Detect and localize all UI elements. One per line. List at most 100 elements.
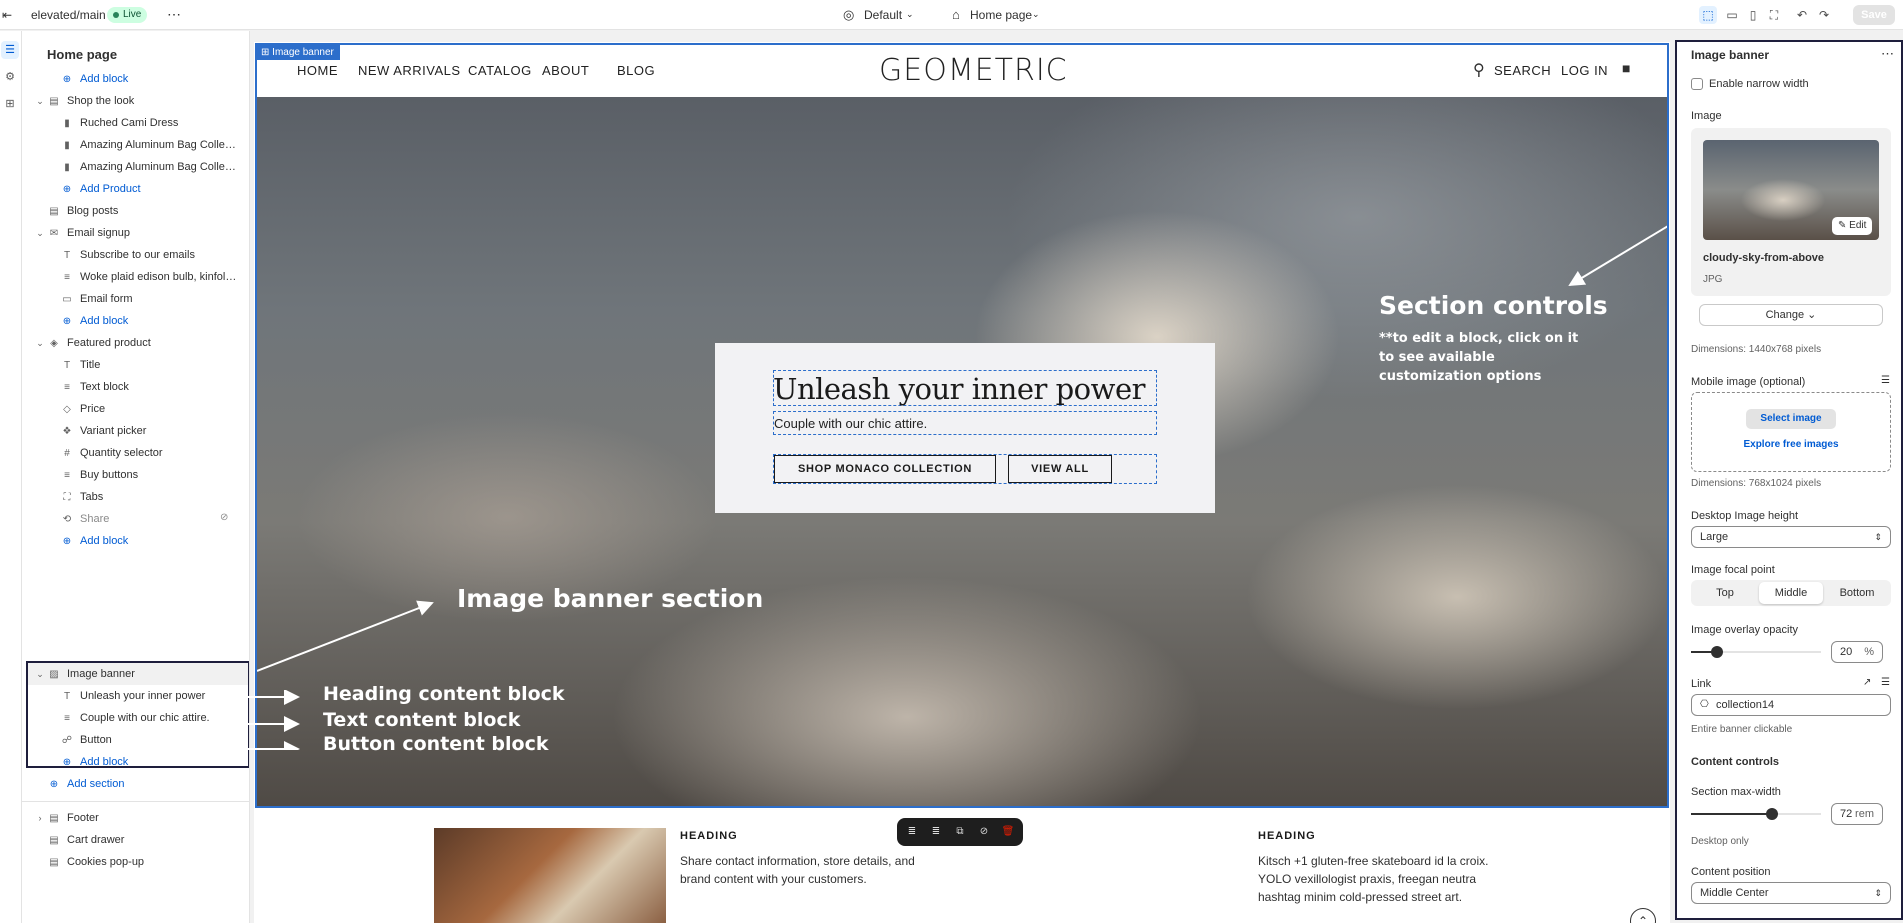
database-icon[interactable]: ☰: [1881, 677, 1890, 688]
hide-icon[interactable]: ⊘: [976, 824, 992, 840]
overlay-opacity-input[interactable]: 20%: [1831, 641, 1883, 663]
delete-icon[interactable]: 🗑: [1000, 824, 1016, 840]
column-heading-1: HEADING: [680, 830, 738, 842]
block-button[interactable]: ☍ Button: [60, 729, 240, 751]
content-position-select[interactable]: Middle Center ⇕: [1691, 882, 1891, 904]
section-footer[interactable]: ▤ Footer: [47, 807, 237, 829]
block-email-form[interactable]: ▭ Email form: [60, 288, 240, 310]
annotation-text-block: Text content block: [323, 709, 521, 731]
focal-top-option[interactable]: Top: [1693, 582, 1757, 604]
overlay-slider-thumb[interactable]: [1711, 646, 1723, 658]
hidden-eye-icon[interactable]: ⊘: [220, 512, 228, 523]
exit-icon[interactable]: ⇤: [2, 8, 12, 22]
move-down-icon[interactable]: ≣: [928, 824, 944, 840]
home-icon: ⌂: [952, 7, 960, 22]
desktop-height-select[interactable]: Large ⇕: [1691, 526, 1891, 548]
inspector-icon[interactable]: ⬚: [1699, 6, 1717, 24]
ellipsis-icon[interactable]: ⋯: [167, 6, 181, 23]
content-position-label: Content position: [1691, 866, 1771, 878]
block-price[interactable]: ◇ Price: [60, 398, 240, 420]
max-width-slider-thumb[interactable]: [1766, 808, 1778, 820]
link-input[interactable]: ⎔ collection14: [1691, 694, 1891, 716]
block-woke-text[interactable]: ≡ Woke plaid edison bulb, kinfolk s...: [60, 266, 240, 288]
section-cookies-popup[interactable]: ▤ Cookies pop-up: [47, 851, 237, 873]
fullscreen-icon[interactable]: ⛶: [1765, 6, 1783, 24]
chevron-up-icon[interactable]: ⌃: [1630, 908, 1656, 923]
block-buy-buttons[interactable]: ≡ Buy buttons: [60, 464, 240, 486]
block-ruched-cami[interactable]: ▮ Ruched Cami Dress: [60, 112, 240, 134]
divider: [22, 801, 249, 802]
database-icon[interactable]: ☰: [1881, 375, 1890, 386]
section-image-banner[interactable]: ▨ Image banner: [47, 663, 237, 685]
section-shop-the-look[interactable]: ▤ Shop the look: [47, 90, 237, 112]
plus-circle-icon: ⊕: [62, 536, 72, 547]
add-block-button[interactable]: ⊕ Add block: [60, 310, 240, 332]
add-block-button[interactable]: ⊕ Add block: [60, 68, 240, 90]
chevron-down-icon[interactable]: ⌄: [1032, 9, 1040, 20]
redo-icon[interactable]: ↷: [1815, 6, 1833, 24]
explore-images-link[interactable]: Explore free images: [1691, 439, 1891, 450]
hash-icon: #: [64, 448, 70, 459]
block-share[interactable]: ⟲ Share: [60, 508, 210, 530]
move-up-icon[interactable]: ≣: [904, 824, 920, 840]
sections-icon[interactable]: ☰: [1, 41, 19, 59]
annotation-image-banner-section: Image banner section: [457, 584, 764, 613]
save-button[interactable]: Save: [1853, 5, 1895, 25]
mobile-view-icon[interactable]: ▯: [1744, 6, 1762, 24]
image-label: Image: [1691, 110, 1722, 122]
block-aluminum-bag-1[interactable]: ▮ Amazing Aluminum Bag Collecti...: [60, 134, 240, 156]
focal-middle-option[interactable]: Middle: [1759, 582, 1823, 604]
add-block-button[interactable]: ⊕ Add block: [60, 751, 240, 773]
add-section-button[interactable]: ⊕ Add section: [47, 773, 237, 795]
select-image-button[interactable]: Select image: [1746, 409, 1836, 429]
narrow-width-label: Enable narrow width: [1709, 78, 1809, 90]
external-link-icon[interactable]: ↗: [1863, 677, 1871, 688]
desktop-view-icon[interactable]: ▭: [1723, 6, 1741, 24]
product-thumbnail-icon: ▮: [64, 118, 70, 129]
max-width-input[interactable]: 72 rem: [1831, 803, 1883, 825]
block-tabs[interactable]: ⛶ Tabs: [60, 486, 240, 508]
block-aluminum-bag-2[interactable]: ▮ Amazing Aluminum Bag Collecti...: [60, 156, 240, 178]
page-selector[interactable]: Home page: [970, 8, 1032, 22]
section-email-signup[interactable]: ✉ Email signup: [47, 222, 237, 244]
add-product-button[interactable]: ⊕ Add Product: [60, 178, 240, 200]
ellipsis-icon[interactable]: ⋯: [1881, 46, 1894, 62]
block-variant-picker[interactable]: ❖ Variant picker: [60, 420, 240, 442]
add-block-button[interactable]: ⊕ Add block: [60, 530, 240, 552]
section-cart-drawer[interactable]: ▤ Cart drawer: [47, 829, 237, 851]
mobile-image-dropzone[interactable]: [1691, 392, 1891, 472]
block-text[interactable]: ≡ Couple with our chic attire.: [60, 707, 240, 729]
link-label: Link: [1691, 678, 1712, 690]
column-heading-2: HEADING: [1258, 830, 1316, 842]
chevron-down-icon[interactable]: ⌄: [35, 663, 45, 685]
tabs-icon: ⛶: [63, 492, 71, 503]
settings-icon[interactable]: ⚙: [1, 68, 19, 86]
block-title[interactable]: T Title: [60, 354, 240, 376]
cart-icon: ▤: [49, 835, 59, 846]
undo-icon[interactable]: ↶: [1793, 6, 1811, 24]
plus-circle-icon: ⊕: [49, 779, 59, 790]
edit-image-button[interactable]: ✎ Edit: [1832, 217, 1873, 235]
narrow-width-checkbox[interactable]: [1691, 78, 1703, 90]
chevron-down-icon[interactable]: ⌄: [35, 90, 45, 112]
apps-icon[interactable]: ⊞: [1, 95, 19, 113]
block-quantity-selector[interactable]: # Quantity selector: [60, 442, 240, 464]
image-banner-section[interactable]: ⊞ Image banner HOME NEW ARRIVALS CATALOG…: [255, 43, 1669, 808]
change-image-button[interactable]: Change ⌄: [1699, 304, 1883, 326]
product-icon: ◈: [50, 338, 58, 349]
block-subscribe-heading[interactable]: T Subscribe to our emails: [60, 244, 240, 266]
template-selector[interactable]: Default: [864, 8, 902, 22]
block-text[interactable]: ≡ Text block: [60, 376, 240, 398]
section-icon: ▤: [49, 96, 59, 107]
section-blog-posts[interactable]: ▤ Blog posts: [47, 200, 237, 222]
section-featured-product[interactable]: ◈ Featured product: [47, 332, 237, 354]
chevron-down-icon[interactable]: ⌄: [906, 9, 914, 20]
section-tag: ⊞ Image banner: [257, 45, 340, 60]
duplicate-icon[interactable]: ⧉: [952, 824, 968, 840]
plus-circle-icon: ⊕: [62, 74, 72, 85]
block-heading[interactable]: T Unleash your inner power: [60, 685, 240, 707]
chevron-down-icon[interactable]: ⌄: [35, 332, 45, 354]
chevron-right-icon[interactable]: ›: [35, 807, 45, 829]
focal-bottom-option[interactable]: Bottom: [1825, 582, 1889, 604]
chevron-down-icon[interactable]: ⌄: [35, 222, 45, 244]
